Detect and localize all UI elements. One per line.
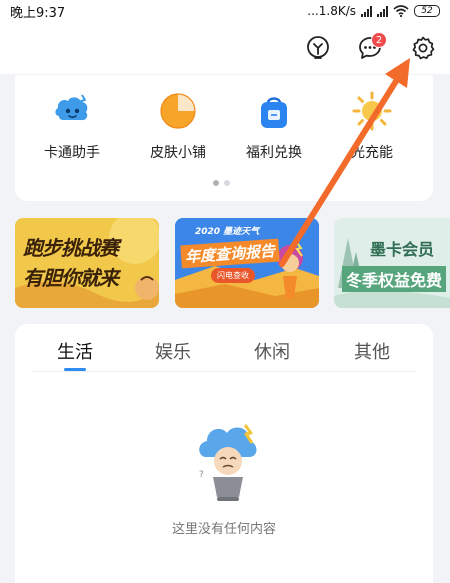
page-dot-active	[213, 180, 219, 186]
tool-label: 光充能	[351, 145, 393, 161]
tool-sun-charge[interactable]: 光充能	[327, 90, 417, 161]
status-time: 晚上9:37	[10, 5, 66, 21]
tool-label: 皮肤小铺	[150, 145, 206, 161]
tool-label: 卡通助手	[44, 145, 100, 161]
page-indicator	[213, 180, 230, 186]
tab-life[interactable]: 生活	[57, 338, 93, 371]
banner-title-line1: 墨卡会员	[370, 240, 435, 259]
category-tabs: 生活 娱乐 休闲 其他	[31, 324, 417, 372]
message-count-badge: 2	[371, 32, 387, 48]
quick-tools-card: 卡通助手 皮肤小铺 福利兑换 光充能	[15, 75, 433, 201]
banner-running-challenge[interactable]: 跑步挑战赛 有胆你就来	[15, 218, 159, 308]
tool-label: 福利兑换	[246, 145, 302, 161]
empty-state-illustration: ?	[199, 424, 257, 501]
banner-vip-membership[interactable]: 墨卡会员 冬季权益免费	[334, 218, 450, 308]
content-card: 生活 娱乐 休闲 其他 ? 这里没有任何内容	[15, 324, 433, 583]
page-dot	[224, 180, 230, 186]
messages-button[interactable]: 2	[352, 30, 388, 66]
status-indicators: ...1.8K/s 52	[307, 4, 440, 18]
lightbulb-icon	[307, 36, 329, 59]
network-speed: ...1.8K/s	[307, 4, 356, 18]
tab-other[interactable]: 其他	[354, 338, 390, 364]
banner-annual-report[interactable]: 2020 墨迹天气 年度查询报告 闪电查收	[175, 218, 319, 308]
status-bar: 晚上9:37 ...1.8K/s 52	[0, 0, 450, 22]
tab-active-indicator	[64, 368, 86, 371]
tool-cartoon-assistant[interactable]: 卡通助手	[27, 90, 117, 161]
reward-bag-icon	[253, 90, 295, 132]
banner-cta-button[interactable]: 闪电查收	[211, 268, 255, 283]
signal-icon	[361, 5, 372, 17]
banner-title-line2: 有胆你就来	[23, 266, 119, 290]
settings-button[interactable]	[405, 30, 441, 66]
tab-label: 娱乐	[155, 342, 191, 363]
banner-decoration	[334, 218, 450, 308]
banner-title-line2: 冬季权益免费	[342, 266, 447, 292]
empty-state-message: 这里没有任何内容	[171, 522, 276, 537]
battery-icon: 52	[414, 5, 440, 17]
tab-label: 休闲	[254, 342, 290, 363]
cartoon-assistant-icon	[51, 90, 93, 132]
sun-charge-icon	[351, 90, 393, 132]
tab-entertainment[interactable]: 娱乐	[155, 338, 191, 364]
wifi-icon	[393, 5, 409, 17]
tool-skin-shop[interactable]: 皮肤小铺	[133, 90, 223, 161]
tool-reward-exchange[interactable]: 福利兑换	[229, 90, 319, 161]
tab-leisure[interactable]: 休闲	[254, 338, 290, 364]
tab-label: 生活	[57, 342, 93, 363]
svg-text:?: ?	[199, 470, 204, 480]
top-toolbar: 2	[0, 22, 450, 74]
signal-icon	[377, 5, 388, 17]
banner-subtitle: 2020 墨迹天气	[195, 227, 260, 237]
gear-icon	[412, 36, 435, 60]
tab-label: 其他	[354, 342, 390, 363]
banner-title-line1: 跑步挑战赛	[23, 236, 119, 260]
lightbulb-button[interactable]	[300, 30, 336, 66]
skin-shop-icon	[157, 90, 199, 132]
